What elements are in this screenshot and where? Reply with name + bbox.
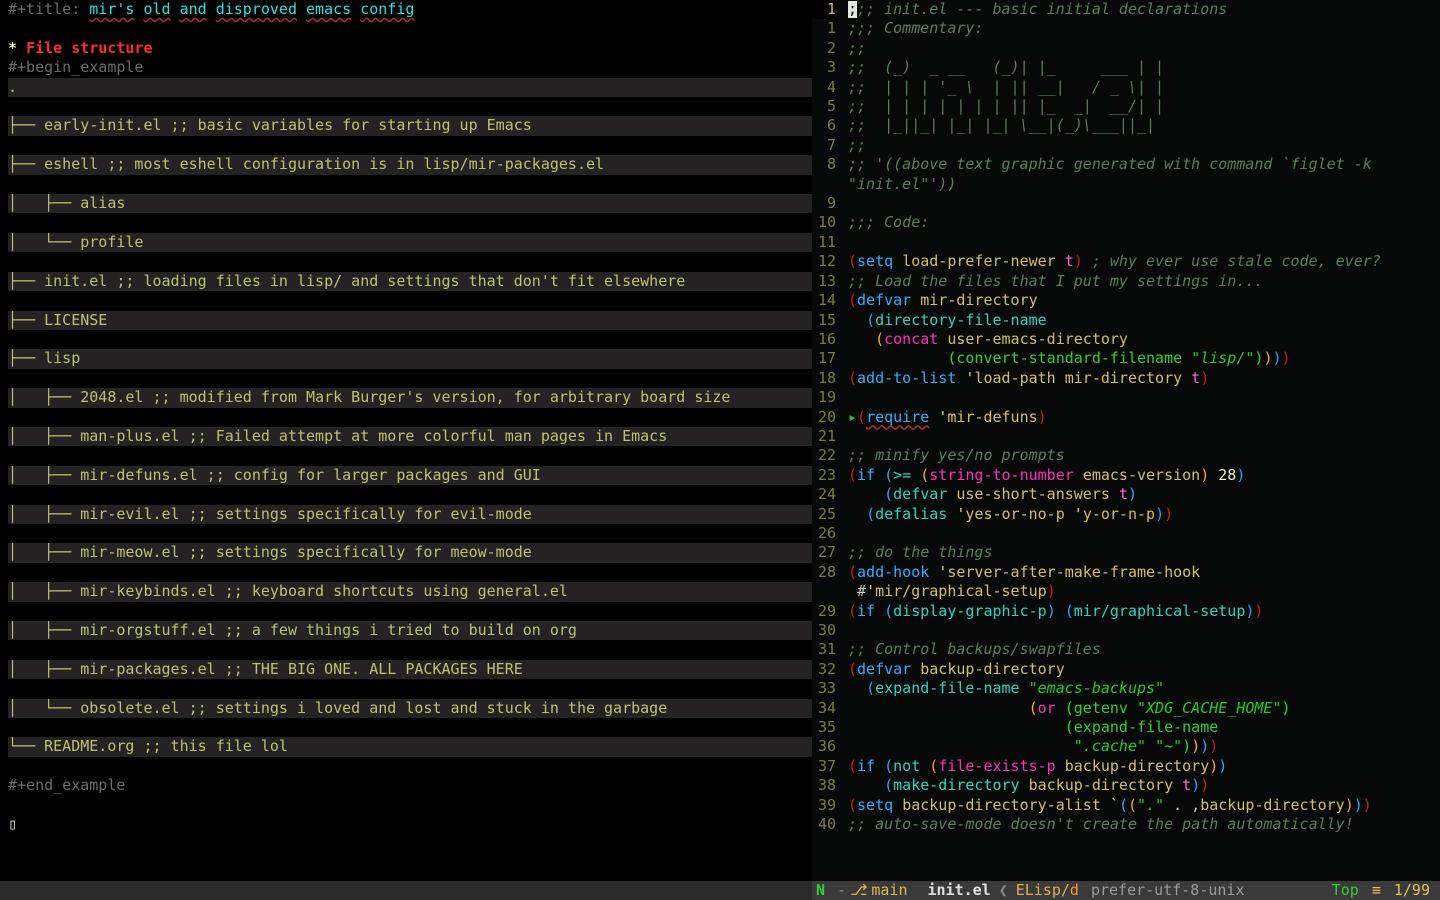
left-window-readme-org[interactable]: #+title: mir's old and disproved emacs c…: [0, 0, 812, 900]
readme-buffer[interactable]: #+title: mir's old and disproved emacs c…: [8, 0, 812, 834]
right-window-init-el[interactable]: 112345678 910111213141516171819202122232…: [812, 0, 1440, 900]
init-el-buffer[interactable]: ;;; init.el --- basic initial declaratio…: [848, 0, 1440, 834]
major-mode: ELisp/d: [1016, 881, 1079, 900]
modeline-langle: ❮: [999, 881, 1008, 900]
emacs-frame: #+title: mir's old and disproved emacs c…: [0, 0, 1440, 900]
vc-branch-icon: ⎇: [850, 881, 867, 900]
modeline-dash: -: [837, 881, 846, 900]
right-modeline: N - ⎇ main init.el ❮ ELisp/d prefer-utf-…: [812, 881, 1440, 900]
left-modeline: [0, 881, 812, 900]
scroll-position: Top ≡ 1/99: [1332, 881, 1430, 900]
vc-branch: main: [871, 881, 907, 900]
line-number-gutter: 112345678 910111213141516171819202122232…: [812, 0, 842, 900]
buffer-name: init.el: [927, 881, 990, 900]
buffer-encoding: prefer-utf-8-unix: [1091, 881, 1245, 900]
evil-state-indicator: N: [816, 881, 825, 900]
